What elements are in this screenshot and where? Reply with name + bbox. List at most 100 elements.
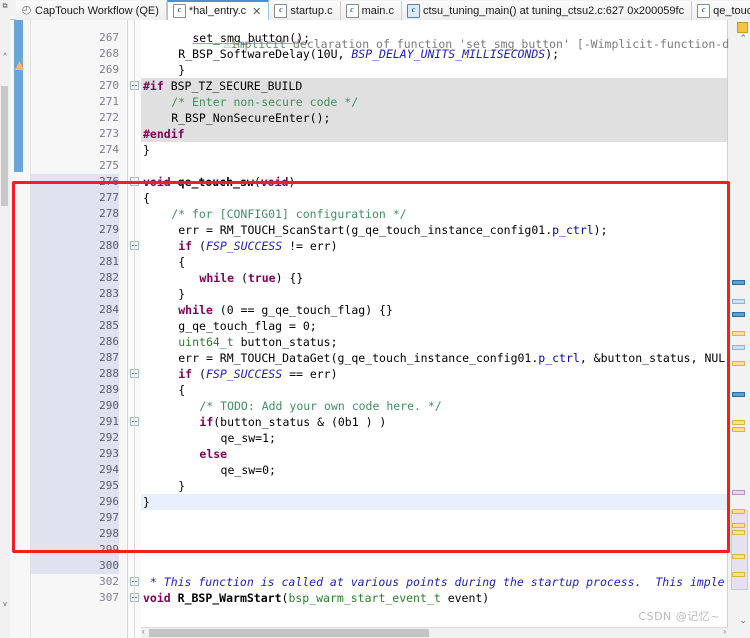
code-line: if(button_status & (0b1 ) ): [199, 414, 386, 430]
code-token: == err): [282, 367, 338, 381]
code-line: void qe_touch_sw(void): [143, 174, 295, 190]
code-token: else: [199, 447, 228, 461]
code-line: void R_BSP_WarmStart(bsp_warm_start_even…: [143, 590, 489, 606]
code-token: }: [178, 63, 186, 77]
overview-marker[interactable]: [732, 312, 745, 317]
code-token: #if: [143, 79, 164, 93]
fold-collapse-icon[interactable]: [130, 577, 139, 586]
left-vertical-scrollbar[interactable]: [0, 60, 9, 618]
overview-marker[interactable]: [732, 490, 745, 495]
tab-label: ctsu_tuning_main() at tuning_ctsu2.c:627…: [422, 4, 685, 17]
line-number: 279: [31, 222, 119, 238]
scroll-up-caret-icon[interactable]: ⌃: [739, 33, 747, 44]
code-token: p_ctrl: [552, 223, 594, 237]
code-token: void: [143, 175, 171, 189]
code-text-area[interactable]: set_smg_button(); R_BSP_SoftwareDelay(10U…: [141, 20, 728, 638]
code-token: * This function is called at various poi…: [143, 575, 725, 589]
line-number: 286: [31, 334, 119, 350]
overview-marker[interactable]: [732, 420, 745, 425]
editor-tab-1[interactable]: *hal_entry.c ✕: [166, 0, 270, 20]
left-scroll-thumb[interactable]: [1, 86, 8, 206]
source-editor[interactable]: 267 268 269 270 271 272 273 274 275 276 277 278 279 2…: [10, 20, 750, 638]
overview-ruler[interactable]: ⌃ ⌄: [727, 20, 750, 638]
fold-collapse-icon[interactable]: [130, 81, 139, 90]
code-line: }: [178, 478, 185, 494]
code-line: if (FSP_SUCCESS != err): [178, 238, 337, 254]
code-token: while: [178, 303, 213, 317]
overview-status-icon[interactable]: [737, 22, 748, 33]
editor-tab-4[interactable]: ctsu_tuning_main() at tuning_ctsu2.c:627…: [401, 1, 693, 20]
line-number: 276: [31, 174, 119, 190]
strip-caret-down-icon[interactable]: v: [1, 600, 9, 609]
line-number: 291: [31, 414, 119, 430]
code-line: /* for [CONFIG01] configuration */: [171, 206, 406, 222]
overview-marker[interactable]: [732, 554, 745, 559]
line-number: 302: [99, 575, 119, 588]
code-token: qe_sw=1;: [220, 431, 276, 445]
code-token: }: [143, 495, 150, 509]
code-line: R_BSP_NonSecureEnter();: [171, 110, 330, 126]
code-folding-gutter[interactable]: [128, 20, 142, 638]
overview-marker[interactable]: [732, 345, 745, 350]
tooltip-warning-icon: ⚠: [223, 37, 231, 51]
overview-marker[interactable]: [732, 509, 745, 514]
tab-label: *hal_entry.c: [188, 5, 247, 17]
hscroll-thumb[interactable]: [149, 629, 429, 637]
code-token: if: [199, 415, 214, 429]
overview-marker[interactable]: [732, 392, 745, 397]
scroll-down-caret-icon[interactable]: ⌄: [739, 615, 747, 626]
code-token: uint64_t: [178, 335, 234, 349]
code-token: button_status;: [233, 335, 338, 349]
code-line: {: [178, 254, 185, 270]
code-line: if (FSP_SUCCESS == err): [178, 366, 337, 382]
line-number: 271: [99, 95, 119, 108]
overview-scroll-thumb[interactable]: [731, 510, 748, 590]
code-token: );: [593, 223, 608, 237]
line-number: 289: [31, 382, 119, 398]
fold-collapse-icon[interactable]: [130, 417, 139, 426]
overview-marker[interactable]: [732, 523, 745, 528]
code-line: while (true) {}: [199, 270, 303, 286]
hscroll-right-arrow[interactable]: ›: [723, 627, 726, 636]
workflow-icon: [21, 4, 32, 17]
c-file-icon: [274, 3, 288, 18]
line-number: 288: [31, 366, 119, 382]
fold-collapse-icon[interactable]: [130, 369, 139, 378]
line-number: 281: [31, 254, 119, 270]
editor-tab-2[interactable]: startup.c: [269, 1, 341, 20]
overview-marker[interactable]: [732, 572, 745, 577]
line-number: 293: [31, 446, 119, 462]
code-token: != err): [282, 239, 338, 253]
editor-tab-3[interactable]: main.c: [340, 1, 402, 20]
code-token: (button_status & (0b1 ) ): [213, 415, 387, 429]
code-line: err = RM_TOUCH_ScanStart(g_qe_touch_inst…: [178, 222, 607, 238]
overview-marker[interactable]: [732, 280, 745, 285]
tab-close-icon[interactable]: ✕: [252, 5, 261, 18]
code-token: ): [288, 175, 296, 189]
overview-marker[interactable]: [732, 530, 745, 535]
overview-marker[interactable]: [732, 427, 745, 432]
code-token: (: [192, 367, 206, 381]
code-token: if: [178, 367, 193, 381]
line-number: 272: [99, 111, 119, 124]
overview-marker[interactable]: [732, 299, 745, 304]
code-token: void: [260, 175, 289, 189]
fold-collapse-icon[interactable]: [130, 593, 139, 602]
editor-tab-0[interactable]: CapTouch Workflow (QE): [16, 1, 167, 20]
overview-marker[interactable]: [732, 361, 745, 366]
fold-collapse-icon[interactable]: [130, 241, 139, 250]
line-number: 284: [31, 302, 119, 318]
overview-marker[interactable]: [732, 331, 745, 336]
editor-tab-5[interactable]: qe_touch_sample.c: [692, 1, 750, 20]
line-number: 294: [31, 462, 119, 478]
horizontal-scrollbar[interactable]: ‹ ›: [141, 627, 728, 638]
annotation-gutter[interactable]: [10, 20, 31, 638]
code-token: err = RM_TOUCH_DataGet(g_qe_touch_instan…: [178, 351, 539, 365]
code-token: , &button_status, NUL: [579, 351, 726, 365]
fold-collapse-icon[interactable]: [130, 177, 139, 186]
hscroll-left-arrow[interactable]: ‹: [142, 627, 145, 636]
line-number: 285: [31, 318, 119, 334]
strip-restore-icon[interactable]: ⧉: [1, 2, 9, 11]
c-stackframe-icon: [406, 3, 420, 18]
